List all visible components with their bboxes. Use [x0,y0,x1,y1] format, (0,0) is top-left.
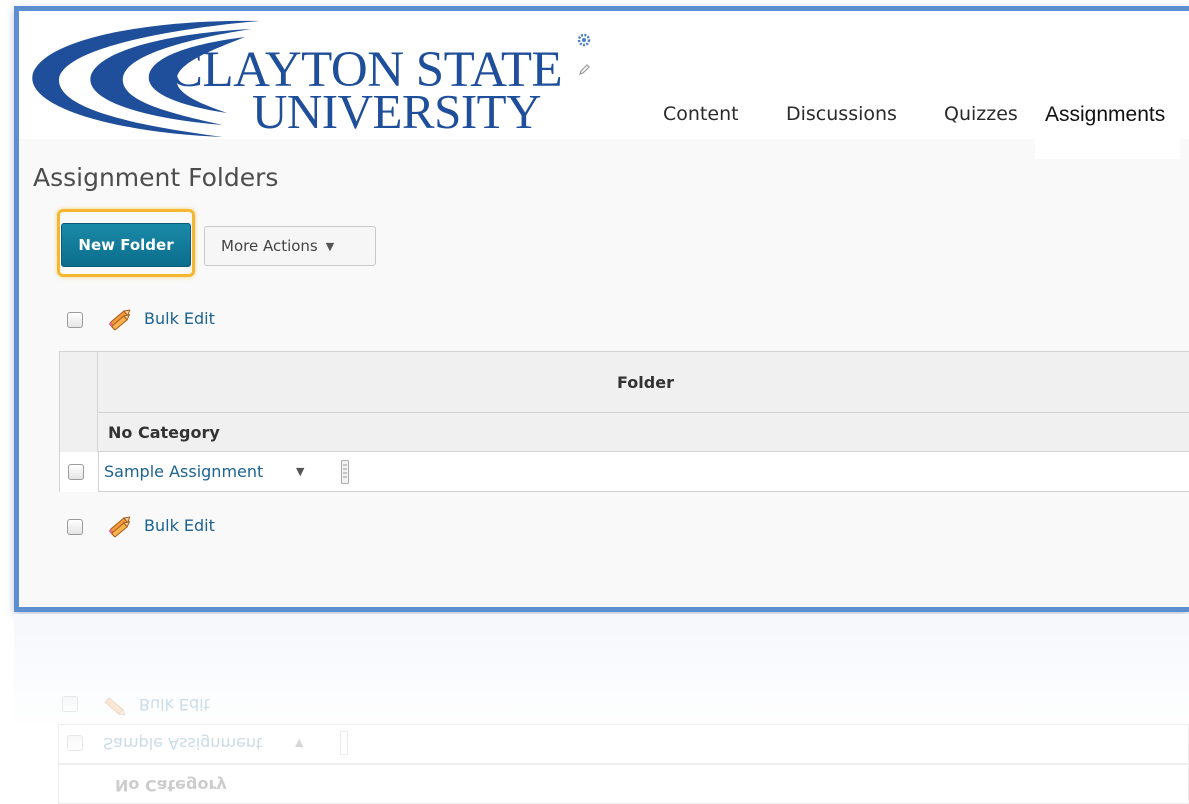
row-divider [98,452,99,492]
bulk-edit-link-top[interactable]: Bulk Edit [144,309,215,328]
bulk-edit-link-bottom[interactable]: Bulk Edit [144,516,215,535]
select-all-checkbox-top[interactable] [67,312,83,328]
assignment-link[interactable]: Sample Assignment [104,462,263,481]
nav-item-quizzes[interactable]: Quizzes [944,103,1018,125]
category-label: No Category [108,423,220,442]
bulk-edit-pencil-icon [108,516,131,538]
folders-table: Folder No Category Sample Assignment ▼ [59,351,1189,492]
more-actions-button[interactable]: More Actions ▼ [204,226,376,266]
app-window: CLAYTON STATE UNIVERSITY Content Discuss… [14,6,1189,612]
nav-item-content[interactable]: Content [663,103,739,125]
more-actions-label: More Actions [221,237,318,255]
page-title: Assignment Folders [33,163,279,192]
reflection-fade [14,614,1189,804]
nav-item-assignments[interactable]: Assignments [1035,83,1180,159]
pencil-icon[interactable] [577,63,591,77]
course-nav: Content Discussions Quizzes [19,103,1019,133]
category-row: No Category [98,413,1189,452]
nav-item-assignments-label: Assignments [1045,103,1166,126]
reflection-effect: No Category Sample Assignment ▼ Bulk Edi… [14,614,1189,804]
drag-handle-icon[interactable] [341,460,349,484]
chevron-down-icon[interactable]: ▼ [296,465,304,478]
column-header-folder[interactable]: Folder [98,373,1189,392]
chevron-down-icon: ▼ [325,240,335,253]
table-header: Folder [98,352,1189,413]
table-row: Sample Assignment ▼ [60,452,1189,492]
nav-item-discussions[interactable]: Discussions [786,103,897,125]
select-all-checkbox-bottom[interactable] [67,519,83,535]
new-folder-button[interactable]: New Folder [61,223,191,267]
row-checkbox[interactable] [68,464,84,480]
gear-icon[interactable] [577,33,591,47]
bulk-edit-pencil-icon [108,309,131,331]
